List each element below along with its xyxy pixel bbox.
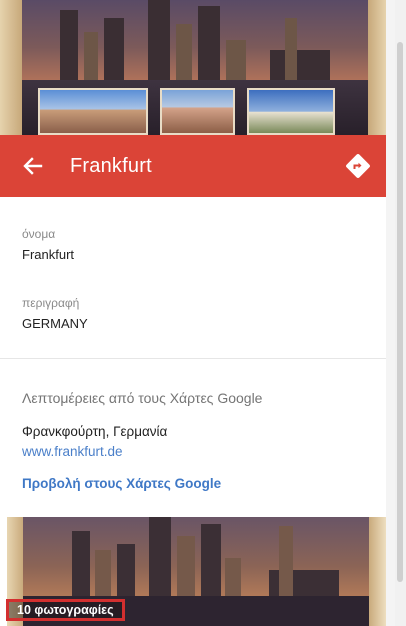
postcard-thumbnail	[247, 88, 335, 135]
view-in-google-maps-link[interactable]: Προβολή στους Χάρτες Google	[22, 476, 221, 491]
arrow-left-icon	[23, 157, 43, 175]
skyline-building	[95, 550, 111, 596]
postcard-thumbnail	[38, 88, 148, 135]
hero-photo[interactable]	[0, 0, 386, 135]
skyline-building	[117, 544, 135, 596]
divider	[0, 358, 386, 359]
back-button[interactable]	[20, 154, 46, 178]
skyline-building	[149, 517, 171, 596]
skyline-building	[279, 526, 293, 596]
page-title: Frankfurt	[70, 155, 152, 177]
skyline-building	[285, 18, 297, 80]
maps-section-title: Λεπτομέρειες από τους Χάρτες Google	[22, 390, 263, 406]
skyline-building	[104, 18, 124, 80]
postcard-thumbnail	[160, 88, 235, 135]
skyline-building	[226, 40, 246, 80]
name-value: Frankfurt	[22, 247, 75, 262]
directions-button[interactable]	[345, 153, 371, 179]
place-address: Φρανκφούρτη, Γερμανία	[22, 424, 168, 439]
skyline-building	[270, 50, 330, 80]
photo-frame	[369, 517, 386, 626]
description-value: GERMANY	[22, 316, 88, 331]
description-label: περιγραφή	[22, 296, 80, 310]
skyline-building	[198, 6, 220, 80]
photo-frame	[368, 0, 386, 135]
skyline-building	[176, 24, 192, 80]
skyline-building	[60, 10, 78, 80]
place-header: Frankfurt	[0, 135, 386, 197]
name-label: όνομα	[22, 227, 56, 241]
skyline-building	[148, 0, 170, 80]
place-details-panel: Frankfurt όνομα Frankfurt περιγραφή GERM…	[0, 0, 386, 626]
photo-count-badge[interactable]: 10 φωτογραφίες	[6, 599, 125, 621]
website-link[interactable]: www.frankfurt.de	[22, 444, 123, 459]
skyline-building	[225, 558, 241, 596]
skyline-building	[177, 536, 195, 596]
skyline-building	[84, 32, 98, 80]
skyline-building	[201, 524, 221, 596]
skyline-building	[72, 531, 90, 596]
directions-icon	[346, 154, 370, 178]
photo-frame	[0, 0, 22, 135]
scrollbar-thumb[interactable]	[397, 42, 403, 582]
